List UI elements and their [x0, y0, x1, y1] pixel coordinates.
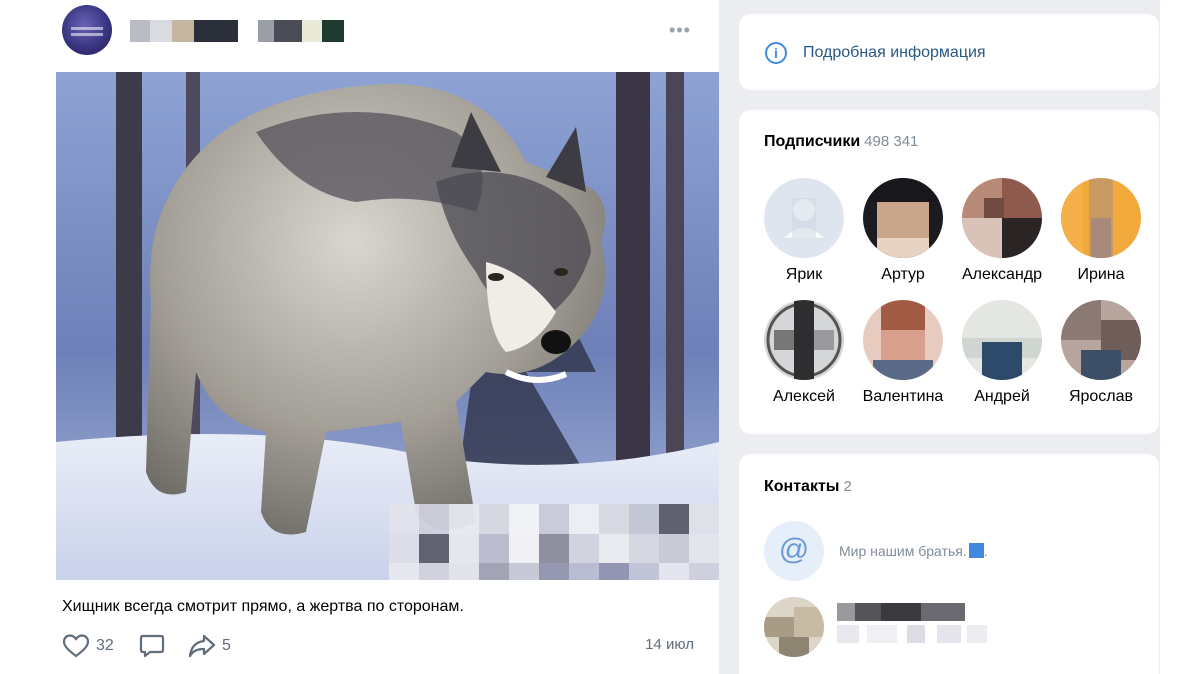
contacts-title: Контакты [764, 478, 840, 495]
author-name-blurred[interactable] [130, 20, 344, 42]
post-actions: 32 5 14 июл [62, 633, 712, 659]
like-count: 32 [96, 637, 114, 654]
contact-name-blurred[interactable] [837, 601, 1137, 653]
heart-icon [62, 634, 90, 658]
more-info-link[interactable]: Подробная информация [803, 44, 986, 62]
post-photo-wolf[interactable] [56, 72, 719, 580]
subscriber-item[interactable]: Ярик [754, 178, 854, 288]
subscriber-name: Алексей [773, 388, 835, 405]
avatar [1061, 178, 1141, 258]
comment-button[interactable] [138, 633, 166, 659]
post-date[interactable]: 14 июл [645, 636, 694, 653]
subscriber-item[interactable]: Алексей [754, 300, 854, 410]
subscriber-name: Ирина [1077, 266, 1125, 283]
subscriber-item[interactable]: Александр [952, 178, 1052, 288]
avatar [764, 178, 844, 258]
subscriber-item[interactable]: Артур [853, 178, 953, 288]
share-arrow-icon [188, 634, 216, 658]
at-sign-icon: @ [764, 521, 824, 581]
subscribers-title: Подписчики [764, 133, 861, 150]
contact-avatar[interactable] [764, 597, 824, 657]
subscriber-item[interactable]: Ирина [1051, 178, 1151, 288]
community-avatar[interactable] [62, 5, 112, 55]
post-caption: Хищник всегда смотрит прямо, а жертва по… [62, 598, 464, 615]
subscriber-name: Ярик [785, 266, 823, 283]
post-header: ••• [56, 0, 719, 72]
subscribers-header[interactable]: Подписчики 498 341 [764, 133, 918, 151]
subscribers-card: Подписчики 498 341 Ярик Артур Александр И… [739, 110, 1159, 434]
avatar [962, 178, 1042, 258]
subscriber-name: Андрей [974, 388, 1030, 405]
subscribers-count: 498 341 [864, 133, 919, 150]
info-icon: i [765, 42, 787, 64]
subscriber-name: Ярослав [1068, 388, 1134, 405]
like-button[interactable]: 32 [62, 633, 114, 659]
contacts-header[interactable]: Контакты 2 [764, 478, 852, 496]
avatar [764, 300, 844, 380]
avatar [1061, 300, 1141, 380]
info-card: i Подробная информация [739, 14, 1159, 90]
subscriber-name: Александр [961, 266, 1043, 283]
subscriber-name: Артур [881, 266, 925, 283]
contacts-card: Контакты 2 @ Мир нашим братья.. [739, 454, 1159, 674]
share-button[interactable]: 5 [188, 633, 231, 659]
watermark-blurred [389, 504, 719, 580]
subscriber-item[interactable]: Валентина [853, 300, 953, 410]
contacts-count: 2 [843, 478, 852, 495]
post-card: ••• Хищник всегда смотрит прямо, а жертв… [56, 0, 719, 674]
page-edge [1160, 0, 1200, 674]
share-count: 5 [222, 637, 231, 654]
comment-icon [139, 634, 165, 658]
subscriber-item[interactable]: Ярослав [1051, 300, 1151, 410]
avatar [863, 178, 943, 258]
more-dots-icon[interactable]: ••• [666, 20, 694, 40]
contact-link[interactable]: Мир нашим братья.. [839, 543, 988, 559]
signal-emoji-icon [968, 543, 984, 558]
avatar [962, 300, 1042, 380]
avatar [863, 300, 943, 380]
subscriber-name: Валентина [862, 388, 944, 405]
subscriber-item[interactable]: Андрей [952, 300, 1052, 410]
